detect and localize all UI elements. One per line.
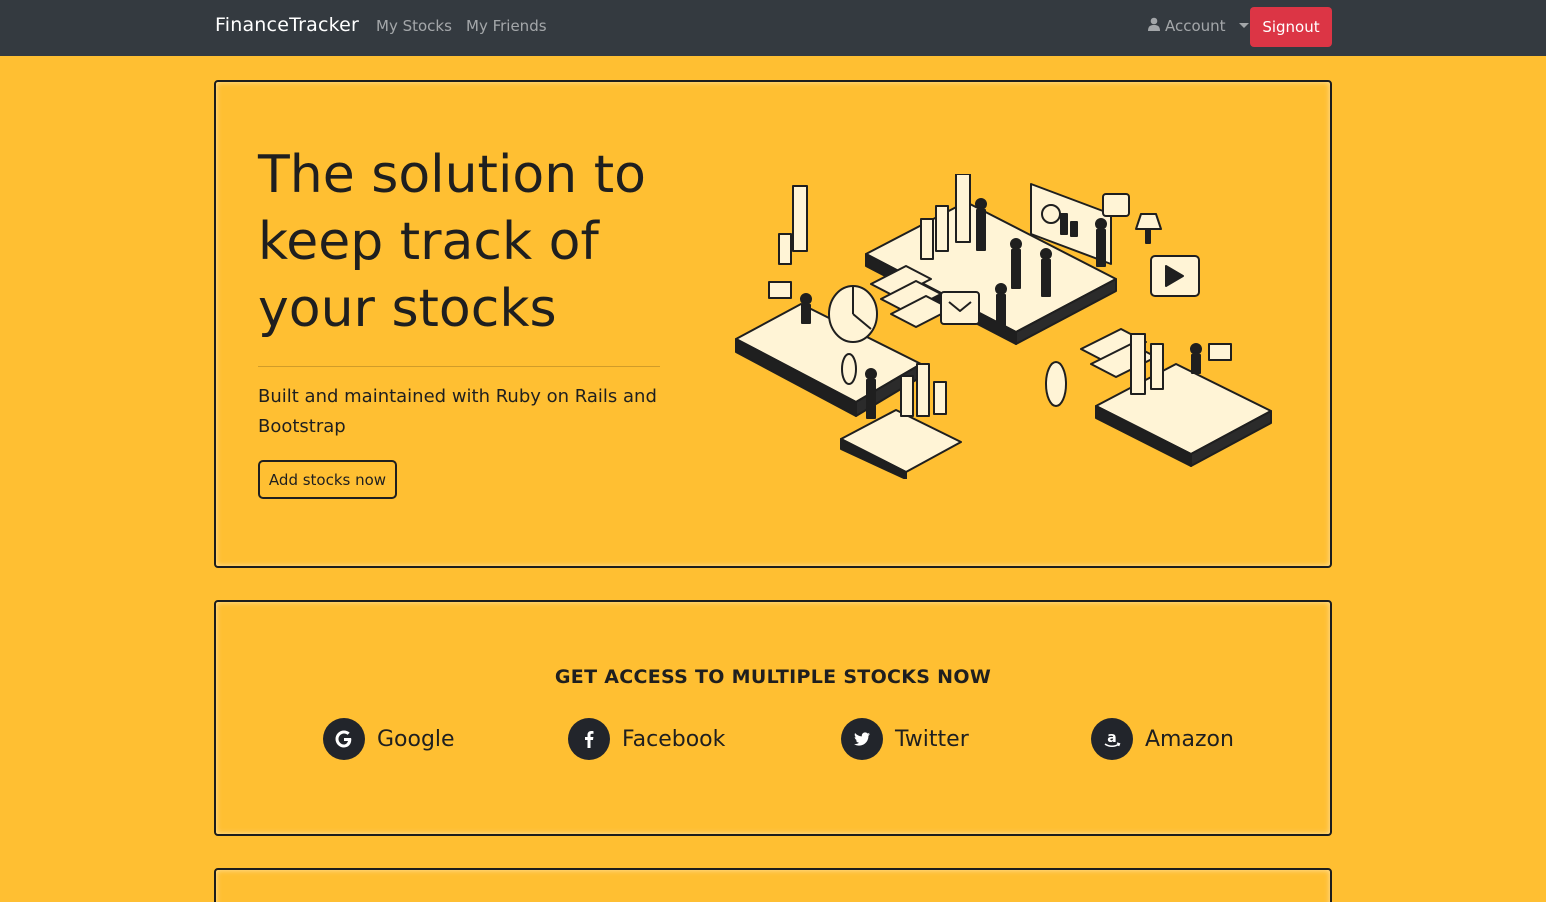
brand-link[interactable]: FinanceTracker — [215, 14, 359, 36]
facebook-icon — [568, 718, 610, 760]
divider — [258, 366, 660, 367]
hero-title: The solution to keep track of your stock… — [258, 145, 646, 339]
account-label: Account — [1165, 17, 1226, 35]
brand-amazon: a Amazon — [1091, 718, 1234, 760]
caret-down-icon — [1238, 22, 1249, 28]
access-card: GET ACCESS TO MULTIPLE STOCKS NOW Google… — [214, 600, 1332, 836]
brand-google: Google — [323, 718, 455, 760]
account-dropdown[interactable]: Account — [1148, 17, 1249, 35]
twitter-label: Twitter — [895, 726, 969, 752]
isometric-office-illustration — [735, 174, 1272, 479]
hero-subtitle: Built and maintained with Ruby on Rails … — [258, 386, 657, 437]
features-card — [214, 868, 1332, 902]
brand-twitter: Twitter — [841, 718, 969, 760]
facebook-label: Facebook — [622, 726, 726, 752]
navbar: FinanceTracker My Stocks My Friends Acco… — [0, 0, 1546, 56]
nav-link-my-friends[interactable]: My Friends — [466, 17, 547, 35]
google-icon — [323, 718, 365, 760]
access-title: GET ACCESS TO MULTIPLE STOCKS NOW — [554, 666, 992, 688]
google-label: Google — [377, 726, 455, 752]
signout-button[interactable]: Signout — [1250, 7, 1332, 47]
hero-card: The solution to keep track of your stock… — [214, 80, 1332, 568]
nav-link-my-stocks[interactable]: My Stocks — [376, 17, 452, 35]
brand-facebook: Facebook — [568, 718, 725, 760]
user-icon — [1148, 17, 1160, 35]
amazon-label: Amazon — [1145, 726, 1234, 752]
add-stocks-button[interactable]: Add stocks now — [258, 460, 397, 499]
twitter-icon — [841, 718, 883, 760]
svg-text:a: a — [1107, 730, 1116, 746]
amazon-icon: a — [1091, 718, 1133, 760]
